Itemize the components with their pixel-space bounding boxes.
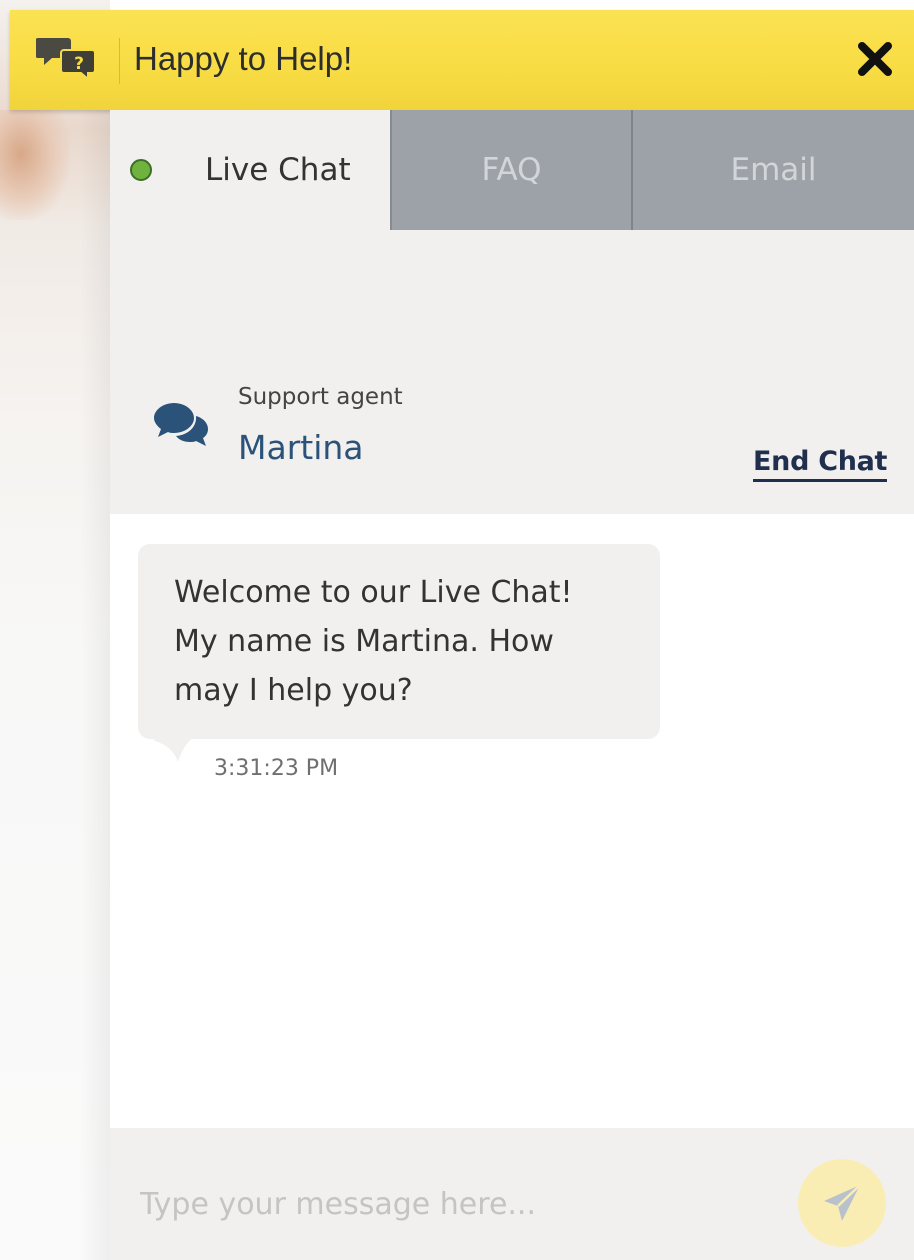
chat-panel: Live Chat FAQ Email Support agent Martin… (110, 110, 914, 1260)
agent-message-bubble: Welcome to our Live Chat! My name is Mar… (138, 544, 660, 739)
bubble-tail (144, 722, 214, 762)
send-icon (824, 1184, 861, 1221)
message-input[interactable] (138, 1178, 762, 1230)
chat-title: Happy to Help! (134, 40, 353, 77)
agent-role: Support agent (238, 384, 403, 410)
chat-question-icon: ? (36, 38, 96, 80)
panel-shadow (80, 110, 110, 1260)
tab-faq[interactable]: FAQ (390, 110, 631, 230)
svg-text:?: ? (74, 54, 84, 74)
header-divider (119, 38, 120, 84)
message-list: Welcome to our Live Chat! My name is Mar… (110, 514, 914, 1128)
tab-live-chat-label: Live Chat (205, 152, 351, 188)
chat-bubbles-icon (154, 403, 208, 446)
tab-faq-label: FAQ (481, 152, 542, 188)
agent-info: Support agent Martina End Chat (110, 230, 914, 514)
agent-name: Martina (238, 428, 364, 467)
background-blur (0, 110, 70, 220)
tab-email-label: Email (730, 152, 817, 188)
message-timestamp: 3:31:23 PM (214, 756, 339, 781)
send-button[interactable] (798, 1159, 886, 1247)
tab-email[interactable]: Email (631, 110, 914, 230)
tab-bar: Live Chat FAQ Email (110, 110, 914, 230)
end-chat-link[interactable]: End Chat (753, 446, 887, 482)
chat-header: ? Happy to Help! (10, 10, 914, 110)
composer (110, 1128, 914, 1260)
close-icon[interactable] (856, 40, 894, 78)
tab-live-chat[interactable]: Live Chat (110, 110, 390, 230)
online-status-dot (130, 159, 152, 181)
